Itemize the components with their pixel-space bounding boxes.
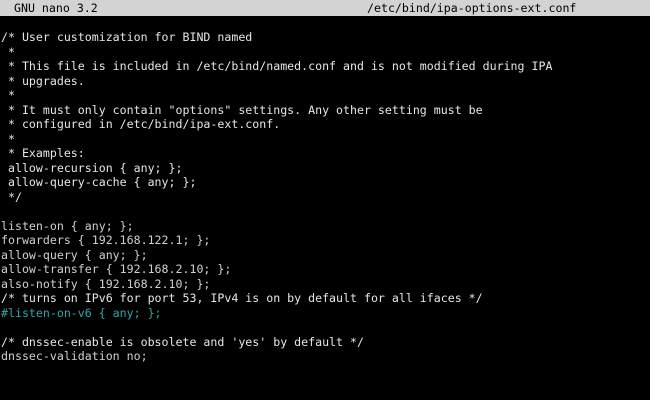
- editor-line[interactable]: dnssec-validation no;: [1, 349, 148, 364]
- editor-line[interactable]: /* User customization for BIND named: [1, 30, 252, 45]
- editor-line[interactable]: #listen-on-v6 { any; };: [1, 306, 162, 321]
- editor-line[interactable]: allow-query { any; };: [1, 248, 148, 263]
- editor-line[interactable]: * Examples:: [1, 146, 85, 161]
- editor-line[interactable]: allow-query-cache { any; };: [1, 175, 196, 190]
- editor-line[interactable]: listen-on { any; };: [1, 219, 134, 234]
- editor-line[interactable]: forwarders { 192.168.122.1; };: [1, 233, 210, 248]
- editor-line[interactable]: allow-transfer { 192.168.2.10; };: [1, 262, 231, 277]
- editor-line[interactable]: *: [1, 88, 15, 103]
- file-path: /etc/bind/ipa-options-ext.conf: [367, 1, 577, 15]
- editor-line[interactable]: *: [1, 45, 15, 60]
- editor-line[interactable]: *: [1, 132, 15, 147]
- editor-line[interactable]: * It must only contain "options" setting…: [1, 103, 483, 118]
- editor-line[interactable]: allow-recursion { any; };: [1, 161, 183, 176]
- editor-line[interactable]: /* turns on IPv6 for port 53, IPv4 is on…: [1, 291, 483, 306]
- nano-title-bar: GNU nano 3.2 /etc/bind/ipa-options-ext.c…: [0, 0, 650, 16]
- editor-line[interactable]: * upgrades.: [1, 74, 85, 89]
- editor-line[interactable]: also-notify { 192.168.2.10; };: [1, 277, 210, 292]
- editor-text-area[interactable]: /* User customization for BIND named * *…: [0, 30, 650, 370]
- editor-line[interactable]: * configured in /etc/bind/ipa-ext.conf.: [1, 117, 280, 132]
- editor-line[interactable]: /* dnssec-enable is obsolete and 'yes' b…: [1, 335, 364, 350]
- app-name: GNU nano 3.2: [14, 1, 98, 15]
- editor-line[interactable]: * This file is included in /etc/bind/nam…: [1, 59, 552, 74]
- editor-line[interactable]: */: [1, 190, 22, 205]
